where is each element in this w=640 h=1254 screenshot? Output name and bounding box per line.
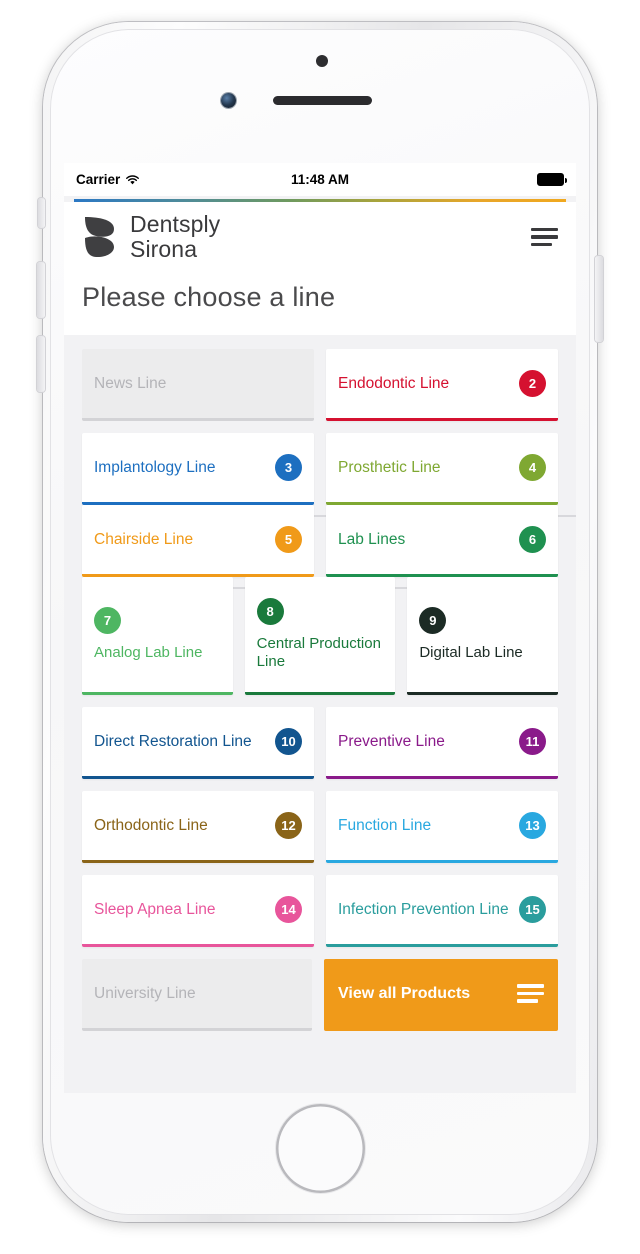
front-camera — [221, 93, 236, 108]
card-badge: 13 — [519, 812, 546, 839]
menu-bar-1 — [531, 227, 558, 232]
card-central-production-line[interactable]: 8 Central Production Line — [244, 577, 396, 695]
menu-bar-2 — [517, 991, 544, 996]
status-bar: Carrier 11:48 AM — [64, 163, 576, 196]
card-label: Implantology Line — [94, 458, 216, 476]
home-button[interactable] — [276, 1104, 365, 1193]
line-grid: News Line Endodontic Line 2 Implantology… — [64, 335, 576, 1031]
dentsply-sirona-logo — [82, 215, 118, 259]
card-badge: 7 — [94, 607, 121, 634]
card-university-line: University Line — [82, 959, 312, 1031]
brand-name-line1: Dentsply — [130, 211, 221, 237]
hamburger-menu-icon — [517, 984, 544, 1004]
card-label: University Line — [94, 984, 196, 1002]
card-label: Orthodontic Line — [94, 816, 208, 834]
wifi-icon — [125, 174, 140, 186]
card-direct-restoration-line[interactable]: Direct Restoration Line 10 — [82, 707, 314, 779]
card-news-line: News Line — [82, 349, 314, 421]
card-label: Lab Lines — [338, 530, 406, 548]
card-label: News Line — [94, 374, 167, 392]
row-4: 7 Analog Lab Line 8 Central Production L… — [82, 577, 559, 695]
card-implantology-line[interactable]: Implantology Line 3 — [82, 433, 314, 505]
card-label: Prosthetic Line — [338, 458, 441, 476]
card-label: Infection Prevention Line — [338, 900, 509, 918]
battery-full-icon — [537, 173, 567, 186]
page-title: Please choose a line — [82, 282, 336, 312]
card-label: Function Line — [338, 816, 432, 834]
card-chairside-line[interactable]: Chairside Line 5 — [82, 505, 314, 577]
row-2: Implantology Line 3 Prosthetic Line 4 — [82, 433, 558, 505]
card-label: Sleep Apnea Line — [94, 900, 216, 918]
cta-label: View all Products — [338, 984, 471, 1002]
card-label: Digital Lab Line — [419, 644, 523, 661]
brand-name: Dentsply Sirona — [130, 212, 220, 262]
card-label: Central Production Line — [256, 635, 381, 670]
silent-switch[interactable] — [38, 198, 45, 228]
menu-bar-2 — [531, 235, 558, 239]
brand-row: Dentsply Sirona — [82, 212, 558, 262]
menu-bar-3 — [517, 999, 538, 1003]
card-badge: 11 — [519, 728, 546, 755]
card-badge: 8 — [256, 598, 284, 625]
card-badge: 2 — [519, 370, 546, 397]
row-3: Chairside Line 5 Lab Lines 6 — [82, 505, 558, 577]
hamburger-menu-icon[interactable] — [531, 227, 558, 247]
card-label: Endodontic Line — [338, 374, 450, 392]
row-5: Direct Restoration Line 10 Preventive Li… — [82, 707, 558, 779]
row-1: News Line Endodontic Line 2 — [82, 349, 558, 421]
card-label: Direct Restoration Line — [94, 732, 252, 750]
row-6: Orthodontic Line 12 Function Line 13 — [82, 791, 558, 863]
card-label: Preventive Line — [338, 732, 445, 750]
card-badge: 10 — [275, 728, 302, 755]
card-digital-lab-line[interactable]: 9 Digital Lab Line — [407, 577, 559, 695]
card-endodontic-line[interactable]: Endodontic Line 2 — [326, 349, 558, 421]
brand-name-line2: Sirona — [130, 236, 198, 262]
card-badge: 3 — [275, 454, 302, 481]
phone-screen: Carrier 11:48 AM Dentsply Sirona Please … — [64, 163, 576, 1093]
card-preventive-line[interactable]: Preventive Line 11 — [326, 707, 558, 779]
brand-logo-group: Dentsply Sirona — [82, 212, 220, 262]
card-label: Chairside Line — [94, 530, 194, 548]
card-prosthetic-line[interactable]: Prosthetic Line 4 — [326, 433, 558, 505]
card-function-line[interactable]: Function Line 13 — [326, 791, 558, 863]
status-bar-right — [349, 173, 567, 186]
status-bar-left: Carrier — [76, 172, 291, 187]
volume-up-button[interactable] — [37, 262, 45, 318]
carrier-label: Carrier — [76, 172, 121, 187]
power-button[interactable] — [595, 256, 603, 342]
card-infection-prevention-line[interactable]: Infection Prevention Line 15 — [326, 875, 558, 947]
card-lab-lines[interactable]: Lab Lines 6 — [326, 505, 558, 577]
card-analog-lab-line[interactable]: 7 Analog Lab Line — [82, 577, 233, 695]
view-all-products-button[interactable]: View all Products — [324, 959, 558, 1031]
volume-down-button[interactable] — [37, 336, 45, 392]
row-8: University Line View all Products — [82, 959, 558, 1031]
card-badge: 15 — [519, 896, 546, 923]
card-badge: 12 — [275, 812, 302, 839]
card-sleep-apnea-line[interactable]: Sleep Apnea Line 14 — [82, 875, 314, 947]
row-7: Sleep Apnea Line 14 Infection Prevention… — [82, 875, 558, 947]
screenshot-root: Carrier 11:48 AM Dentsply Sirona Please … — [0, 0, 640, 1254]
clock: 11:48 AM — [290, 172, 350, 187]
card-badge: 4 — [519, 454, 546, 481]
earpiece-speaker — [273, 96, 372, 105]
card-badge: 14 — [275, 896, 302, 923]
card-label: Analog Lab Line — [94, 644, 203, 661]
card-orthodontic-line[interactable]: Orthodontic Line 12 — [82, 791, 314, 863]
card-badge: 6 — [519, 526, 546, 553]
card-badge: 9 — [419, 607, 447, 634]
card-badge: 5 — [275, 526, 302, 553]
proximity-sensor — [316, 55, 328, 67]
menu-bar-3 — [531, 242, 552, 247]
menu-bar-1 — [517, 984, 544, 988]
app-header: Dentsply Sirona Please choose a line — [64, 202, 576, 335]
